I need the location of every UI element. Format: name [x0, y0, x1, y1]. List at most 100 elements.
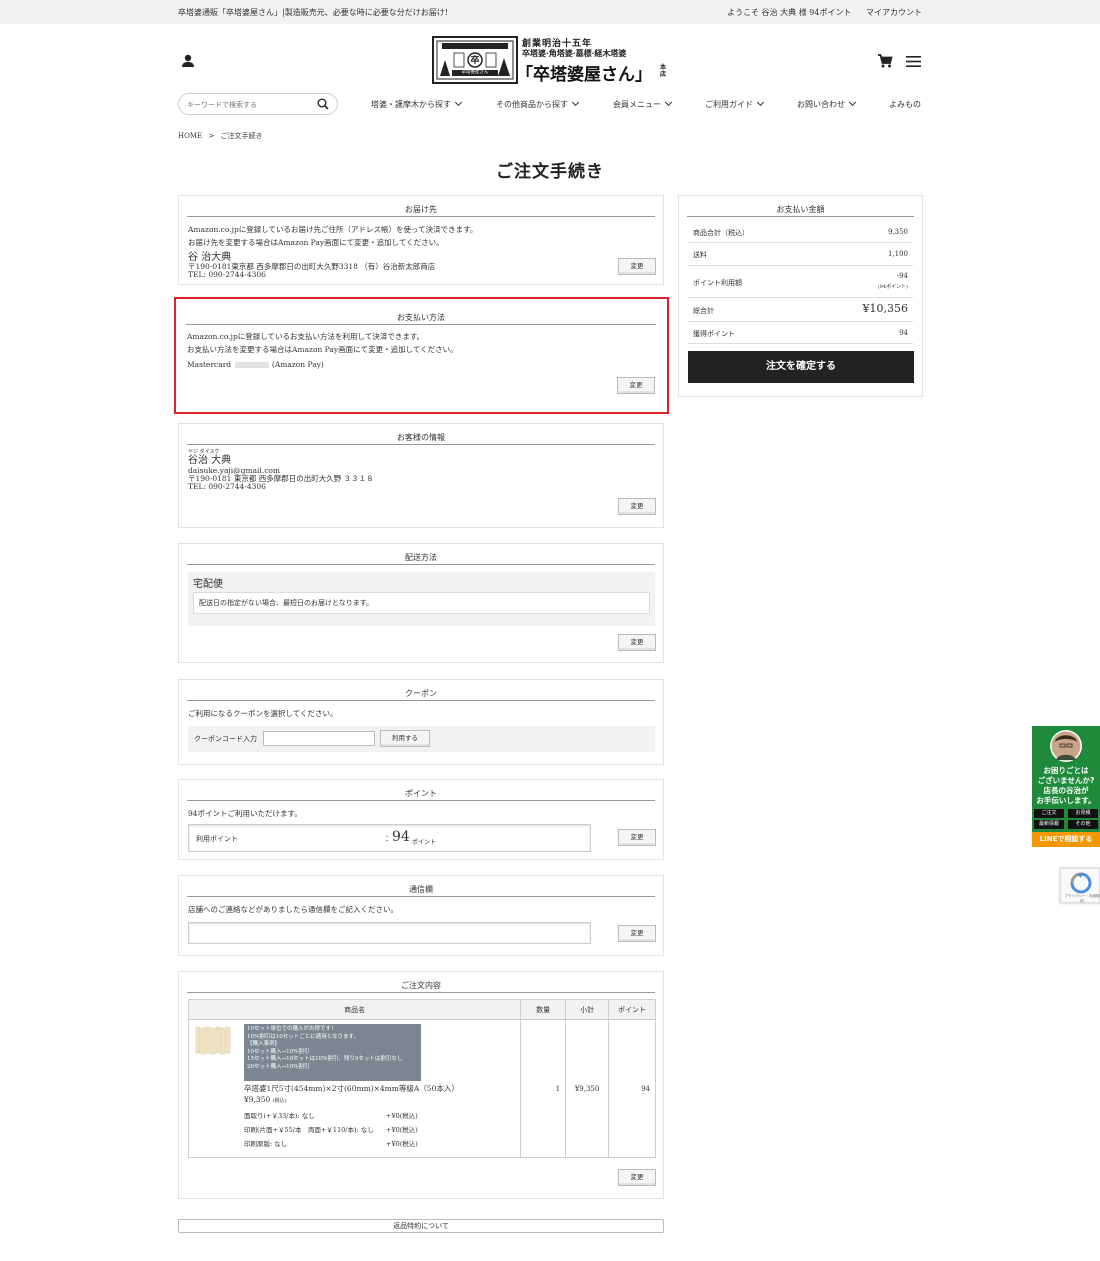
customer-section: お客様の情報 ヤジ ダイスケ 谷治 大典 daisuke.yaji@gmail.…: [178, 423, 664, 528]
message-textarea[interactable]: [188, 922, 591, 944]
shipping-method-name: 宅配便: [193, 579, 223, 590]
coupon-panel: クーポンコード入力 利用する: [188, 726, 655, 752]
summary-value: 94: [899, 329, 908, 337]
welcome-text: ようこそ 谷治 大典 様 94ポイント: [727, 8, 852, 17]
shipping-note: 配送日の指定がない場合、最短日のお届けとなります。: [193, 592, 650, 614]
breadcrumb-separator: >: [208, 132, 215, 140]
product-name[interactable]: 卒塔婆1尺5寸(454mm)×2寸(60mm)×4mm等級A（50本入）: [244, 1083, 459, 1094]
delivery-section: お届け先 Amazon.co.jpに登録しているお届け先ご住所（アドレス帳）を使…: [178, 195, 664, 285]
column-header: ポイント: [608, 999, 656, 1020]
delivery-tel: TEL: 090-2744-4306: [188, 270, 266, 279]
order-table: 商品名 数量 小計 ポイント 10セット単位での購入がお得です！ 10%割引は1…: [187, 999, 656, 1158]
logo-badge: 卒: [470, 56, 480, 66]
delivery-note-2: お届け先を変更する場合はAmazon Pay画面にて変更・追加してください。: [188, 238, 444, 247]
option-label: 印刷(片面+￥55/本 両面+￥110/本): なし: [244, 1126, 374, 1134]
change-customer-button[interactable]: 変更: [618, 498, 656, 515]
product-price: ¥9,350 (税込): [244, 1095, 287, 1104]
summary-value: 1,100: [887, 250, 908, 258]
change-delivery-button[interactable]: 変更: [618, 258, 656, 275]
summary-label: 総合計: [693, 307, 714, 315]
breadcrumb-current: ご注文手続き: [220, 132, 263, 140]
order-table-header: 商品名 数量 小計 ポイント: [187, 999, 656, 1020]
order-section: ご注文内容 商品名 数量 小計 ポイント 10セット単位での購入がお得です！ 1…: [178, 971, 664, 1199]
coupon-section: クーポン ご利用になるクーポンを選択してください。 クーポンコード入力 利用する: [178, 679, 664, 765]
column-header: 小計: [565, 999, 610, 1020]
returns-policy-button[interactable]: 返品特約について: [178, 1219, 664, 1233]
line-consult-cta[interactable]: LINEで相談する: [1032, 832, 1100, 847]
shipping-method-panel[interactable]: 宅配便 配送日の指定がない場合、最短日のお届けとなります。: [188, 572, 655, 626]
chevron-down-icon: [756, 98, 765, 107]
staff-avatar-icon: [1050, 730, 1082, 762]
promo-line: 20セット購入→10%割引: [247, 1063, 310, 1070]
user-icon[interactable]: [181, 54, 195, 68]
banner-tag: 最新情報: [1034, 820, 1064, 829]
product-thumbnail[interactable]: [194, 1025, 234, 1055]
points-input-field[interactable]: 利用ポイント ： 94 ポイント: [188, 824, 591, 852]
payment-summary: お支払い金額 商品合計（税込） 9,350 送料 1,100 ポイント利用額 -…: [678, 195, 923, 397]
search-icon[interactable]: [317, 98, 329, 110]
change-message-button[interactable]: 変更: [618, 925, 656, 942]
site-logo[interactable]: 卒 卒塔婆屋さん 創業明治十五年 卒塔婆·角塔婆·墓標·経木塔婆 「卒塔婆屋さん…: [432, 36, 668, 85]
search-input[interactable]: [187, 99, 312, 111]
subtotal-cell: ¥9,350: [565, 1019, 610, 1158]
option-price: +¥0(税込): [386, 1112, 418, 1120]
chevron-down-icon: [848, 98, 857, 107]
search-box: [178, 93, 338, 115]
line-consult-banner[interactable]: お困りごとは ございませんか? 店長の谷治が お手伝いします。 ご注文 お見積 …: [1032, 726, 1100, 847]
summary-row: 送料 1,100: [688, 243, 913, 266]
summary-subvalue: (94ポイント): [877, 284, 908, 290]
summary-total-value: ¥10,356: [862, 302, 909, 315]
recaptcha-text: プライバシー・利用規約: [1064, 894, 1100, 903]
banner-line: お困りごとは: [1043, 766, 1089, 775]
option-price: +¥0(税込): [386, 1140, 418, 1148]
payment-highlight-frame: [174, 297, 669, 414]
breadcrumb-home[interactable]: HOME: [178, 132, 202, 140]
page-title: ご注文手続き: [496, 162, 604, 182]
points-unit: ポイント: [412, 839, 437, 846]
promo-line: 15セット購入→10セットは10%割引、残り5セットは割引なし: [247, 1056, 403, 1062]
product-cell: 10セット単位での購入がお得です！ 10%割引は10セットごとに適用となります。…: [187, 1019, 522, 1158]
coupon-code-input[interactable]: [263, 731, 375, 746]
nav-item-contact[interactable]: お問い合わせ: [797, 98, 857, 110]
nav-label: ご利用ガイド: [705, 100, 753, 109]
nav-item-guide[interactable]: ご利用ガイド: [705, 98, 765, 110]
section-title: お届け先: [187, 204, 655, 217]
nav-item-sotoba[interactable]: 塔婆・護摩木から探す: [371, 98, 463, 110]
change-order-button[interactable]: 変更: [618, 1169, 656, 1186]
summary-label: 獲得ポイント: [693, 330, 735, 338]
nav-item-reading[interactable]: よみもの: [889, 99, 921, 110]
top-bar: 卒塔婆通販「卒塔婆屋さん」|製造販売元、必要な時に必要な分だけお届け! ようこそ…: [0, 0, 1100, 24]
product-price-value: ¥9,350: [244, 1095, 271, 1104]
chevron-down-icon: [454, 98, 463, 107]
change-shipping-button[interactable]: 変更: [618, 634, 656, 651]
option-price: +¥0(税込): [386, 1126, 418, 1134]
hamburger-menu-icon[interactable]: [906, 55, 921, 68]
qty-cell: 1: [520, 1019, 567, 1158]
top-bar-links: ようこそ 谷治 大典 様 94ポイント マイアカウント: [715, 7, 922, 18]
apply-coupon-button[interactable]: 利用する: [380, 730, 430, 747]
logo-stamp: 卒塔婆屋さん: [461, 70, 489, 75]
points-note: 94ポイントご利用いただけます。: [188, 809, 302, 818]
promo-box: 10セット単位での購入がお得です！ 10%割引は10セットごとに適用となります。…: [244, 1024, 421, 1081]
banner-text: お困りごとは ございませんか? 店長の谷治が お手伝いします。: [1032, 766, 1100, 806]
section-title: お客様の情報: [187, 432, 655, 445]
promo-line: 10%割引は10セットごとに適用となります。: [247, 1033, 360, 1040]
promo-line: 10セット単位での購入がお得です！: [247, 1026, 337, 1032]
banner-line: お手伝いします。: [1036, 796, 1096, 805]
cart-icon[interactable]: [877, 53, 893, 69]
column-header: 数量: [520, 999, 567, 1020]
summary-total-row: 総合計 ¥10,356: [688, 298, 913, 322]
section-title: ご注文内容: [187, 980, 655, 993]
points-label: 利用ポイント: [196, 835, 238, 843]
summary-label: 商品合計（税込）: [693, 229, 749, 237]
confirm-order-button[interactable]: 注文を確定する: [688, 351, 914, 383]
nav-item-other-products[interactable]: その他商品から探す: [496, 98, 580, 110]
section-title: ポイント: [187, 788, 655, 801]
summary-label: ポイント利用額: [693, 279, 742, 287]
change-points-button[interactable]: 変更: [618, 829, 656, 846]
nav-item-member-menu[interactable]: 会員メニュー: [613, 98, 673, 110]
recaptcha-badge[interactable]: プライバシー・利用規約: [1060, 868, 1100, 903]
banner-tag: ご注文: [1034, 809, 1064, 818]
customer-tel: TEL: 090-2744-4306: [188, 482, 266, 491]
my-account-link[interactable]: マイアカウント: [866, 8, 922, 17]
